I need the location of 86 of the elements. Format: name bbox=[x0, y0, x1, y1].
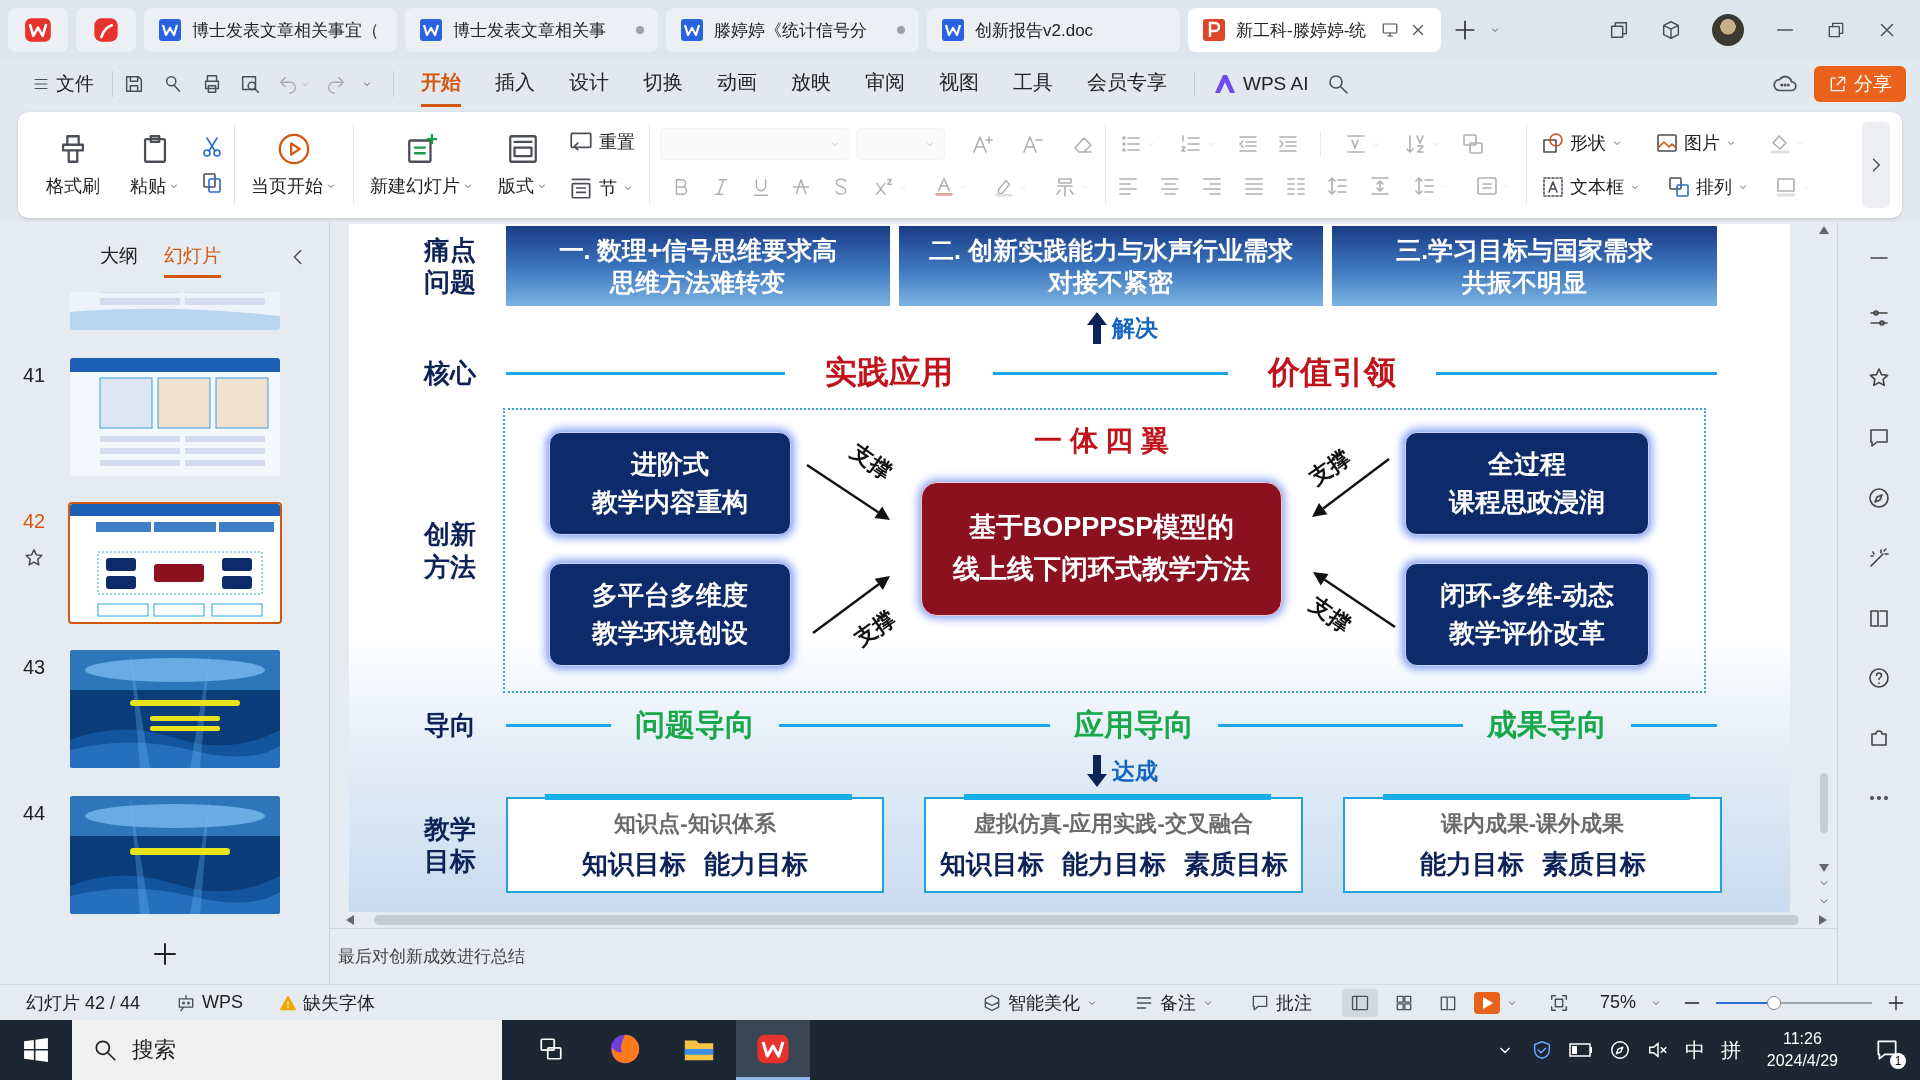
menu-tab[interactable]: 工具 bbox=[1013, 61, 1053, 107]
text-box-button[interactable]: 文本框 bbox=[1537, 171, 1645, 203]
layout-button[interactable]: 版式 bbox=[492, 128, 554, 202]
search-field[interactable]: 搜索 bbox=[72, 1020, 502, 1080]
file-menu[interactable]: 文件 bbox=[24, 65, 102, 103]
method-box: 闭环-多维-动态 教学评价改革 bbox=[1405, 563, 1649, 666]
panel-tab[interactable]: 大纲 bbox=[100, 236, 138, 278]
menu-tab[interactable]: 设计 bbox=[569, 61, 609, 107]
row-label: 核心 bbox=[424, 357, 476, 388]
menu-tab[interactable]: 视图 bbox=[939, 61, 979, 107]
tab-title: 博士发表文章相关事宜（ bbox=[192, 19, 380, 42]
solve-label: 解决 bbox=[1112, 313, 1158, 343]
menu-tab[interactable]: 会员专享 bbox=[1087, 61, 1167, 107]
play-from-current-button[interactable]: 当页开始 bbox=[245, 128, 343, 202]
row-label: 教学 目标 bbox=[424, 813, 476, 876]
tab-title: 滕婷婷《统计信号分 bbox=[714, 19, 868, 42]
menu-tab[interactable]: 审阅 bbox=[865, 61, 905, 107]
missing-font-button[interactable]: 缺失字体 bbox=[273, 988, 382, 1017]
goal-target: 素质目标 bbox=[1541, 847, 1646, 881]
row-label: 创新 方法 bbox=[424, 519, 476, 582]
goal-target: 能力目标 bbox=[1419, 847, 1524, 881]
document-tab[interactable]: 博士发表文章相关事宜（ bbox=[144, 8, 397, 52]
method-box: 全过程 课程思政浸润 bbox=[1405, 432, 1649, 535]
slide-number: 43 bbox=[22, 656, 46, 679]
section-button[interactable]: 节 bbox=[564, 171, 639, 205]
orientation-label: 问题导向 bbox=[635, 706, 756, 743]
input-mode[interactable]: 拼 bbox=[1720, 1036, 1741, 1064]
slide-number: 44 bbox=[22, 802, 46, 825]
pain-point-banner: 一. 数理+信号思维要求高 思维方法难转变 bbox=[506, 226, 890, 306]
core-method-box: 基于BOPPPSP模型的 线上线下闭环式教学方法 bbox=[921, 482, 1282, 616]
shape-button[interactable]: 形状 bbox=[1537, 127, 1627, 159]
core-value: 实践应用 bbox=[824, 353, 953, 392]
diagram-title: 一 体 四 翼 bbox=[1033, 424, 1170, 458]
menu-tab[interactable]: 插入 bbox=[495, 61, 535, 107]
notes-button[interactable]: 备注 bbox=[1127, 988, 1220, 1017]
achieve-label: 达成 bbox=[1112, 756, 1158, 786]
tab-title: 新工科-滕婷婷-统 bbox=[1236, 19, 1368, 42]
wps-button[interactable]: WPS bbox=[170, 990, 250, 1015]
orientation-label: 成果导向 bbox=[1487, 706, 1608, 743]
goal-target: 知识目标 bbox=[582, 847, 686, 881]
clock-date[interactable]: 2024/4/29 bbox=[1766, 1050, 1838, 1072]
document-tab[interactable]: 博士发表文章相关事 bbox=[405, 8, 658, 52]
tab-title: 创新报告v2.doc bbox=[975, 19, 1095, 42]
input-method[interactable]: 中 bbox=[1684, 1036, 1705, 1064]
support-label: 支撑 bbox=[1303, 443, 1356, 493]
goal-subtitle: 课内成果-课外成果 bbox=[1440, 809, 1625, 838]
row-label: 导向 bbox=[424, 709, 476, 740]
paste-button[interactable]: 粘贴 bbox=[124, 128, 186, 202]
document-tab[interactable]: 滕婷婷《统计信号分 bbox=[666, 8, 919, 52]
menu-tab[interactable]: 切换 bbox=[643, 61, 683, 107]
menu-tab[interactable]: 放映 bbox=[791, 61, 831, 107]
document-tab[interactable]: 新工科-滕婷婷-统 bbox=[1188, 8, 1441, 52]
method-box: 多平台多维度 教学环境创设 bbox=[549, 563, 791, 666]
slide-number: 41 bbox=[22, 364, 46, 387]
beautify-button[interactable]: 智能美化 bbox=[975, 988, 1104, 1017]
orientation-label: 应用导向 bbox=[1073, 706, 1194, 743]
row-label: 痛点 问题 bbox=[424, 234, 476, 297]
reset-button[interactable]: 重置 bbox=[564, 125, 639, 159]
goal-subtitle: 虚拟仿真-应用实践-交叉融合 bbox=[974, 809, 1253, 838]
goal-target: 知识目标 bbox=[939, 847, 1044, 881]
goal-subtitle: 知识点-知识体系 bbox=[614, 809, 776, 838]
picture-button[interactable]: 图片 bbox=[1651, 127, 1741, 159]
notification-count: 1 bbox=[1890, 1053, 1906, 1069]
clock-time[interactable]: 11:26 bbox=[1782, 1028, 1822, 1050]
arrange-button[interactable]: 排列 bbox=[1663, 171, 1753, 203]
new-slide-button[interactable]: 新建幻灯片 bbox=[364, 128, 480, 202]
zoom-level[interactable]: 75% bbox=[1599, 992, 1636, 1013]
slide-counter: 幻灯片 42 / 44 bbox=[25, 991, 142, 1015]
support-label: 支撑 bbox=[848, 604, 901, 654]
goal-target: 能力目标 bbox=[1061, 847, 1166, 881]
goal-target: 素质目标 bbox=[1183, 847, 1288, 881]
comments-button[interactable]: 批注 bbox=[1243, 988, 1318, 1017]
core-value: 价值引领 bbox=[1268, 353, 1397, 392]
ai-button[interactable]: WPS AI bbox=[1205, 67, 1317, 101]
format-painter-button[interactable]: 格式刷 bbox=[40, 128, 106, 202]
speaker-notes[interactable]: 最后对创新成效进行总结 bbox=[338, 947, 525, 966]
document-tab[interactable]: 创新报告v2.doc bbox=[927, 8, 1180, 52]
method-box: 进阶式 教学内容重构 bbox=[549, 432, 791, 535]
support-label: 支撑 bbox=[1304, 590, 1357, 640]
pain-point-banner: 三.学习目标与国家需求 共振不明显 bbox=[1332, 226, 1717, 306]
support-label: 支撑 bbox=[845, 437, 898, 487]
pain-point-banner: 二. 创新实践能力与水声行业需求 对接不紧密 bbox=[898, 226, 1324, 306]
menu-tab[interactable]: 动画 bbox=[717, 61, 757, 107]
tab-title: 博士发表文章相关事 bbox=[453, 19, 607, 42]
goal-target: 能力目标 bbox=[704, 847, 808, 881]
slide-number: 42 bbox=[22, 510, 46, 533]
